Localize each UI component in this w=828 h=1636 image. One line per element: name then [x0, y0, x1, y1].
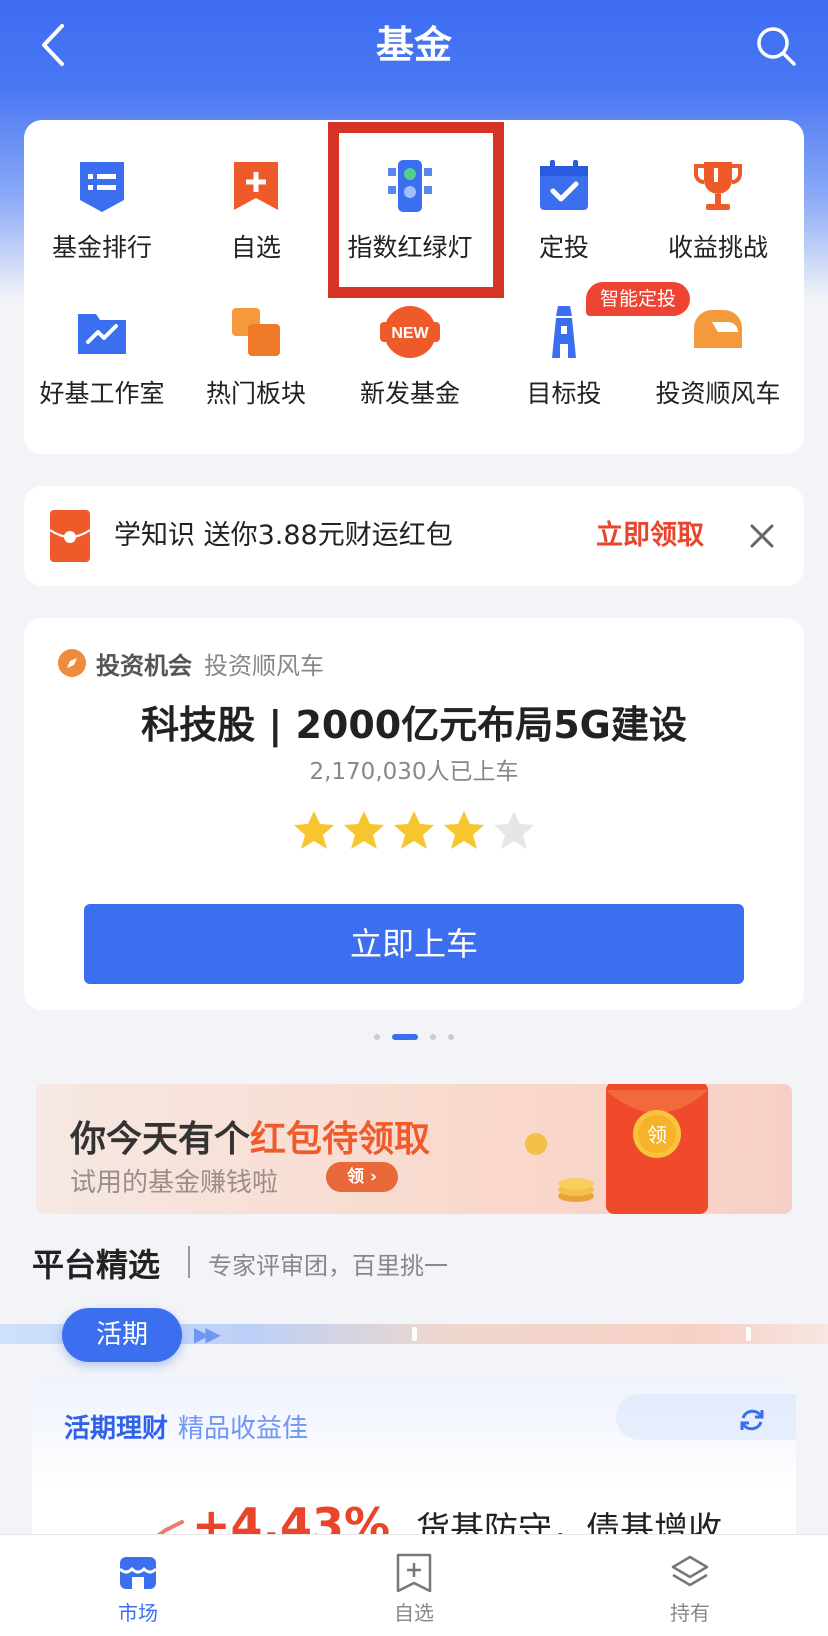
grid-item-watchlist[interactable]: 自选 — [180, 156, 332, 264]
holdings-icon — [671, 1555, 709, 1587]
section-divider — [188, 1246, 190, 1278]
star-filled-icon — [394, 811, 434, 849]
tab-holdings[interactable]: 持有 — [610, 1535, 770, 1636]
carousel-dot[interactable] — [448, 1033, 454, 1040]
opportunity-tag: 投资机会 — [96, 651, 192, 680]
tab-label: 持有 — [670, 1601, 710, 1625]
banner-title: 你今天有个红包待领取 — [70, 1110, 430, 1162]
fund-card-header: 活期理财 精品收益佳 — [64, 1408, 308, 1445]
opportunity-title: 科技股 | 2000亿元布局5G建设 — [141, 703, 687, 747]
smart-invest-badge: 智能定投 — [586, 282, 691, 316]
red-envelope-icon — [50, 510, 90, 562]
page-title: 基金 — [375, 23, 452, 67]
compass-icon — [58, 649, 86, 677]
tab-watchlist[interactable]: 自选 — [334, 1535, 494, 1636]
grid-item-label: 新发基金 — [359, 379, 460, 408]
search-icon — [757, 27, 796, 66]
top-bar: 基金 — [0, 0, 828, 90]
refresh-icon[interactable] — [738, 1406, 766, 1434]
participant-count: 2,170,030人已上车 — [309, 759, 519, 785]
grid-item-hot-sectors[interactable]: 热门板块 — [180, 302, 332, 410]
claim-now-link[interactable]: 立即领取 — [596, 486, 704, 586]
banner-title-highlight: 红包待领取 — [250, 1119, 431, 1160]
tab-label: 市场 — [118, 1601, 158, 1625]
grid-item-label: 自选 — [230, 233, 281, 262]
carousel-dot[interactable] — [374, 1033, 380, 1040]
watchlist-icon — [396, 1553, 432, 1593]
new-badge-icon: NEW — [380, 306, 440, 358]
section-subtitle: 专家评审团，百里挑一 — [208, 1252, 448, 1280]
grid-item-target-invest[interactable]: 目标投 — [488, 302, 640, 410]
carousel-indicator — [0, 1026, 828, 1040]
tab-label: 自选 — [394, 1601, 434, 1625]
rating-stars — [24, 808, 804, 858]
grid-item-invest-ride[interactable]: 投资顺风车 — [642, 302, 794, 410]
carousel-dot[interactable] — [392, 1033, 418, 1040]
grid-item-label: 目标投 — [526, 379, 602, 408]
opportunity-card: 投资机会 投资顺风车 科技股 | 2000亿元布局5G建设 2,170,030人… — [24, 618, 804, 1010]
grid-item-new-funds[interactable]: NEW 新发基金 — [334, 302, 486, 410]
grid-item-label: 好基工作室 — [39, 379, 165, 408]
banner-pill-label: 领 — [347, 1167, 365, 1187]
refresh-pill — [616, 1394, 796, 1440]
promo-bar[interactable]: 学知识 送你3.88元财运红包 立即领取 — [24, 486, 804, 586]
traffic-light-icon — [388, 160, 432, 212]
close-button[interactable] — [742, 516, 782, 556]
watchlist-add-icon — [234, 162, 278, 210]
tab-demand-deposit[interactable]: 活期 — [62, 1308, 182, 1362]
grid-item-label: 热门板块 — [205, 379, 306, 408]
grid-item-label: 投资顺风车 — [655, 379, 781, 408]
strip-marker — [412, 1327, 417, 1341]
grid-item-profit-challenge[interactable]: 收益挑战 — [642, 156, 794, 264]
lighthouse-icon — [552, 306, 576, 358]
banner-title-main: 你今天有个 — [70, 1119, 251, 1160]
svg-text:NEW: NEW — [391, 325, 429, 342]
section-title: 平台精选 — [32, 1246, 161, 1284]
double-chevron-icon: ▶▶ — [194, 1322, 221, 1346]
grid-item-label: 收益挑战 — [667, 233, 768, 262]
train-icon — [694, 310, 742, 348]
star-filled-icon — [444, 811, 484, 849]
get-on-board-button[interactable]: 立即上车 — [84, 904, 744, 984]
close-icon — [750, 524, 774, 548]
grid-item-regular-invest[interactable]: 定投 — [488, 156, 640, 264]
envelope-icon: 领 — [606, 1084, 708, 1214]
bottom-tab-bar: 市场 自选 持有 — [0, 1534, 828, 1636]
promo-text: 学知识 送你3.88元财运红包 — [114, 520, 453, 551]
trophy-icon — [694, 162, 742, 210]
banner-claim-pill[interactable]: 领 › — [326, 1162, 398, 1192]
fund-ranking-icon — [80, 162, 124, 212]
grid-item-label: 基金排行 — [51, 233, 152, 262]
banner-subtitle: 试用的基金赚钱啦 — [70, 1168, 279, 1198]
red-envelope-banner[interactable]: 你今天有个红包待领取 试用的基金赚钱啦 领 › 领 — [36, 1084, 792, 1214]
calendar-check-icon — [540, 160, 588, 210]
function-grid: 基金排行 自选 指数红绿灯 定投 收益挑战 好基工作室 热门板块 NEW 新发基… — [24, 120, 804, 454]
grid-item-label: 指数红绿灯 — [347, 233, 473, 262]
grid-item-fund-ranking[interactable]: 基金排行 — [26, 156, 178, 264]
tab-market[interactable]: 市场 — [58, 1535, 218, 1636]
star-filled-icon — [344, 811, 384, 849]
grid-item-label: 定投 — [538, 233, 589, 262]
fund-head-label: 活期理财 — [64, 1414, 169, 1444]
market-icon — [118, 1557, 158, 1589]
fund-head-sub: 精品收益佳 — [178, 1414, 309, 1444]
envelope-char: 领 — [647, 1123, 667, 1147]
coins-icon — [525, 1133, 594, 1202]
folder-trend-icon — [78, 314, 126, 354]
strip-marker — [746, 1327, 751, 1341]
blocks-icon — [232, 308, 280, 356]
grid-item-fund-studio[interactable]: 好基工作室 — [26, 302, 178, 410]
star-filled-icon — [294, 811, 334, 849]
grid-item-index-traffic-light[interactable]: 指数红绿灯 — [334, 156, 486, 264]
opportunity-subtag: 投资顺风车 — [204, 651, 324, 680]
carousel-dot[interactable] — [430, 1033, 436, 1040]
search-button[interactable] — [752, 22, 800, 70]
star-empty-icon — [494, 811, 534, 849]
opportunity-header: 投资机会 投资顺风车 — [58, 644, 324, 682]
